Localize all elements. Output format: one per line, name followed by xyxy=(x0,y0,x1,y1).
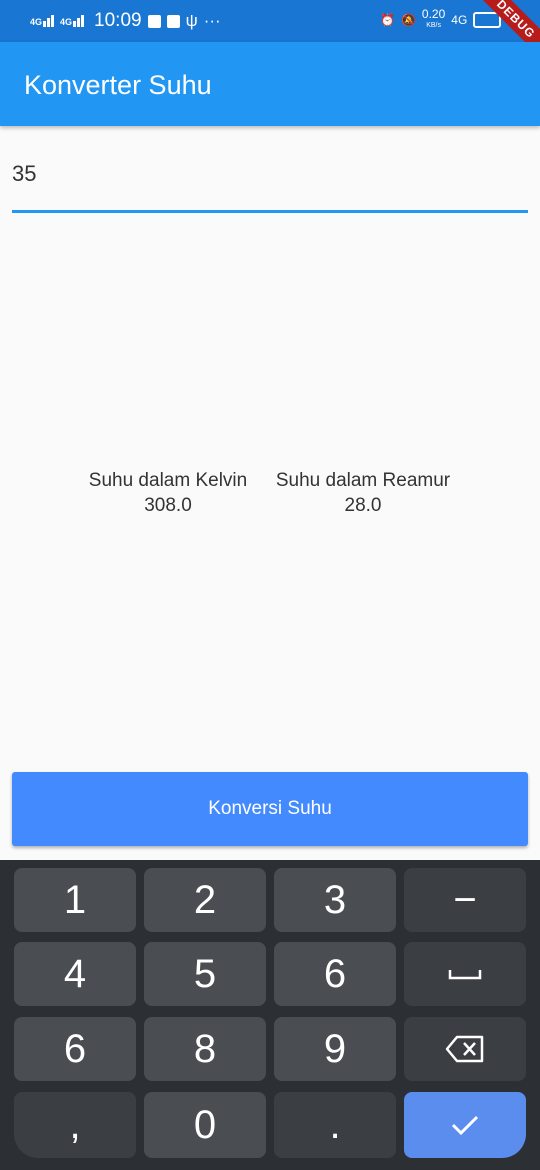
kelvin-label: Suhu dalam Kelvin xyxy=(88,470,248,491)
signal-icon: 4G xyxy=(30,15,55,27)
backspace-key[interactable] xyxy=(404,1017,526,1081)
enter-key[interactable] xyxy=(404,1092,526,1158)
mute-icon: 🔕 xyxy=(400,13,416,27)
key-0[interactable]: 0 xyxy=(144,1092,266,1158)
status-time: 10:09 xyxy=(94,10,142,31)
reamur-result: Suhu dalam Reamur 28.0 xyxy=(270,468,456,518)
key-period[interactable]: . xyxy=(274,1092,396,1158)
key-8[interactable]: 8 xyxy=(144,1017,266,1081)
key-5[interactable]: 5 xyxy=(144,942,266,1006)
network-type: 4G xyxy=(451,13,468,27)
usb-icon: ψ xyxy=(185,11,198,30)
check-icon xyxy=(451,1115,479,1136)
kelvin-result: Suhu dalam Kelvin 308.0 xyxy=(80,468,256,518)
key-9[interactable]: 9 xyxy=(274,1017,396,1081)
more-notifications-icon: ··· xyxy=(203,11,221,30)
network-speed: 0.20 KB/s xyxy=(421,7,446,29)
key-4[interactable]: 4 xyxy=(14,942,136,1006)
key-7[interactable]: 6 xyxy=(14,1017,136,1081)
status-left: 4G 4G 10:09 ψ ··· xyxy=(30,10,221,32)
status-right: ⏰ 🔕 0.20 KB/s 4G xyxy=(380,7,502,31)
key-comma[interactable]: , xyxy=(14,1092,136,1158)
app-notification-icon xyxy=(166,14,180,28)
reamur-label: Suhu dalam Reamur xyxy=(275,470,451,491)
status-bar: 4G 4G 10:09 ψ ··· ⏰ 🔕 0.20 KB/s 4G xyxy=(0,0,540,42)
key-1[interactable]: 1 xyxy=(14,868,136,932)
space-key[interactable] xyxy=(404,942,526,1006)
notification-icon xyxy=(147,14,161,28)
temperature-input-field[interactable]: 35 xyxy=(12,150,528,213)
page-title: Konverter Suhu xyxy=(24,70,212,100)
key-minus[interactable]: − xyxy=(404,868,526,932)
key-6[interactable]: 6 xyxy=(274,942,396,1006)
alarm-icon: ⏰ xyxy=(380,13,395,27)
app-bar: Konverter Suhu xyxy=(0,42,540,126)
signal-icon-2: 4G xyxy=(60,15,85,27)
backspace-icon xyxy=(445,1035,484,1063)
reamur-value: 28.0 xyxy=(344,495,382,516)
key-3[interactable]: 3 xyxy=(274,868,396,932)
space-icon xyxy=(448,970,482,980)
temperature-input[interactable]: 35 xyxy=(12,150,528,198)
kelvin-value: 308.0 xyxy=(144,495,192,516)
convert-button[interactable]: Konversi Suhu xyxy=(12,772,528,846)
numeric-keyboard: 1 2 3 − 4 5 6 6 8 9 , 0 . xyxy=(0,860,540,1170)
key-2[interactable]: 2 xyxy=(144,868,266,932)
